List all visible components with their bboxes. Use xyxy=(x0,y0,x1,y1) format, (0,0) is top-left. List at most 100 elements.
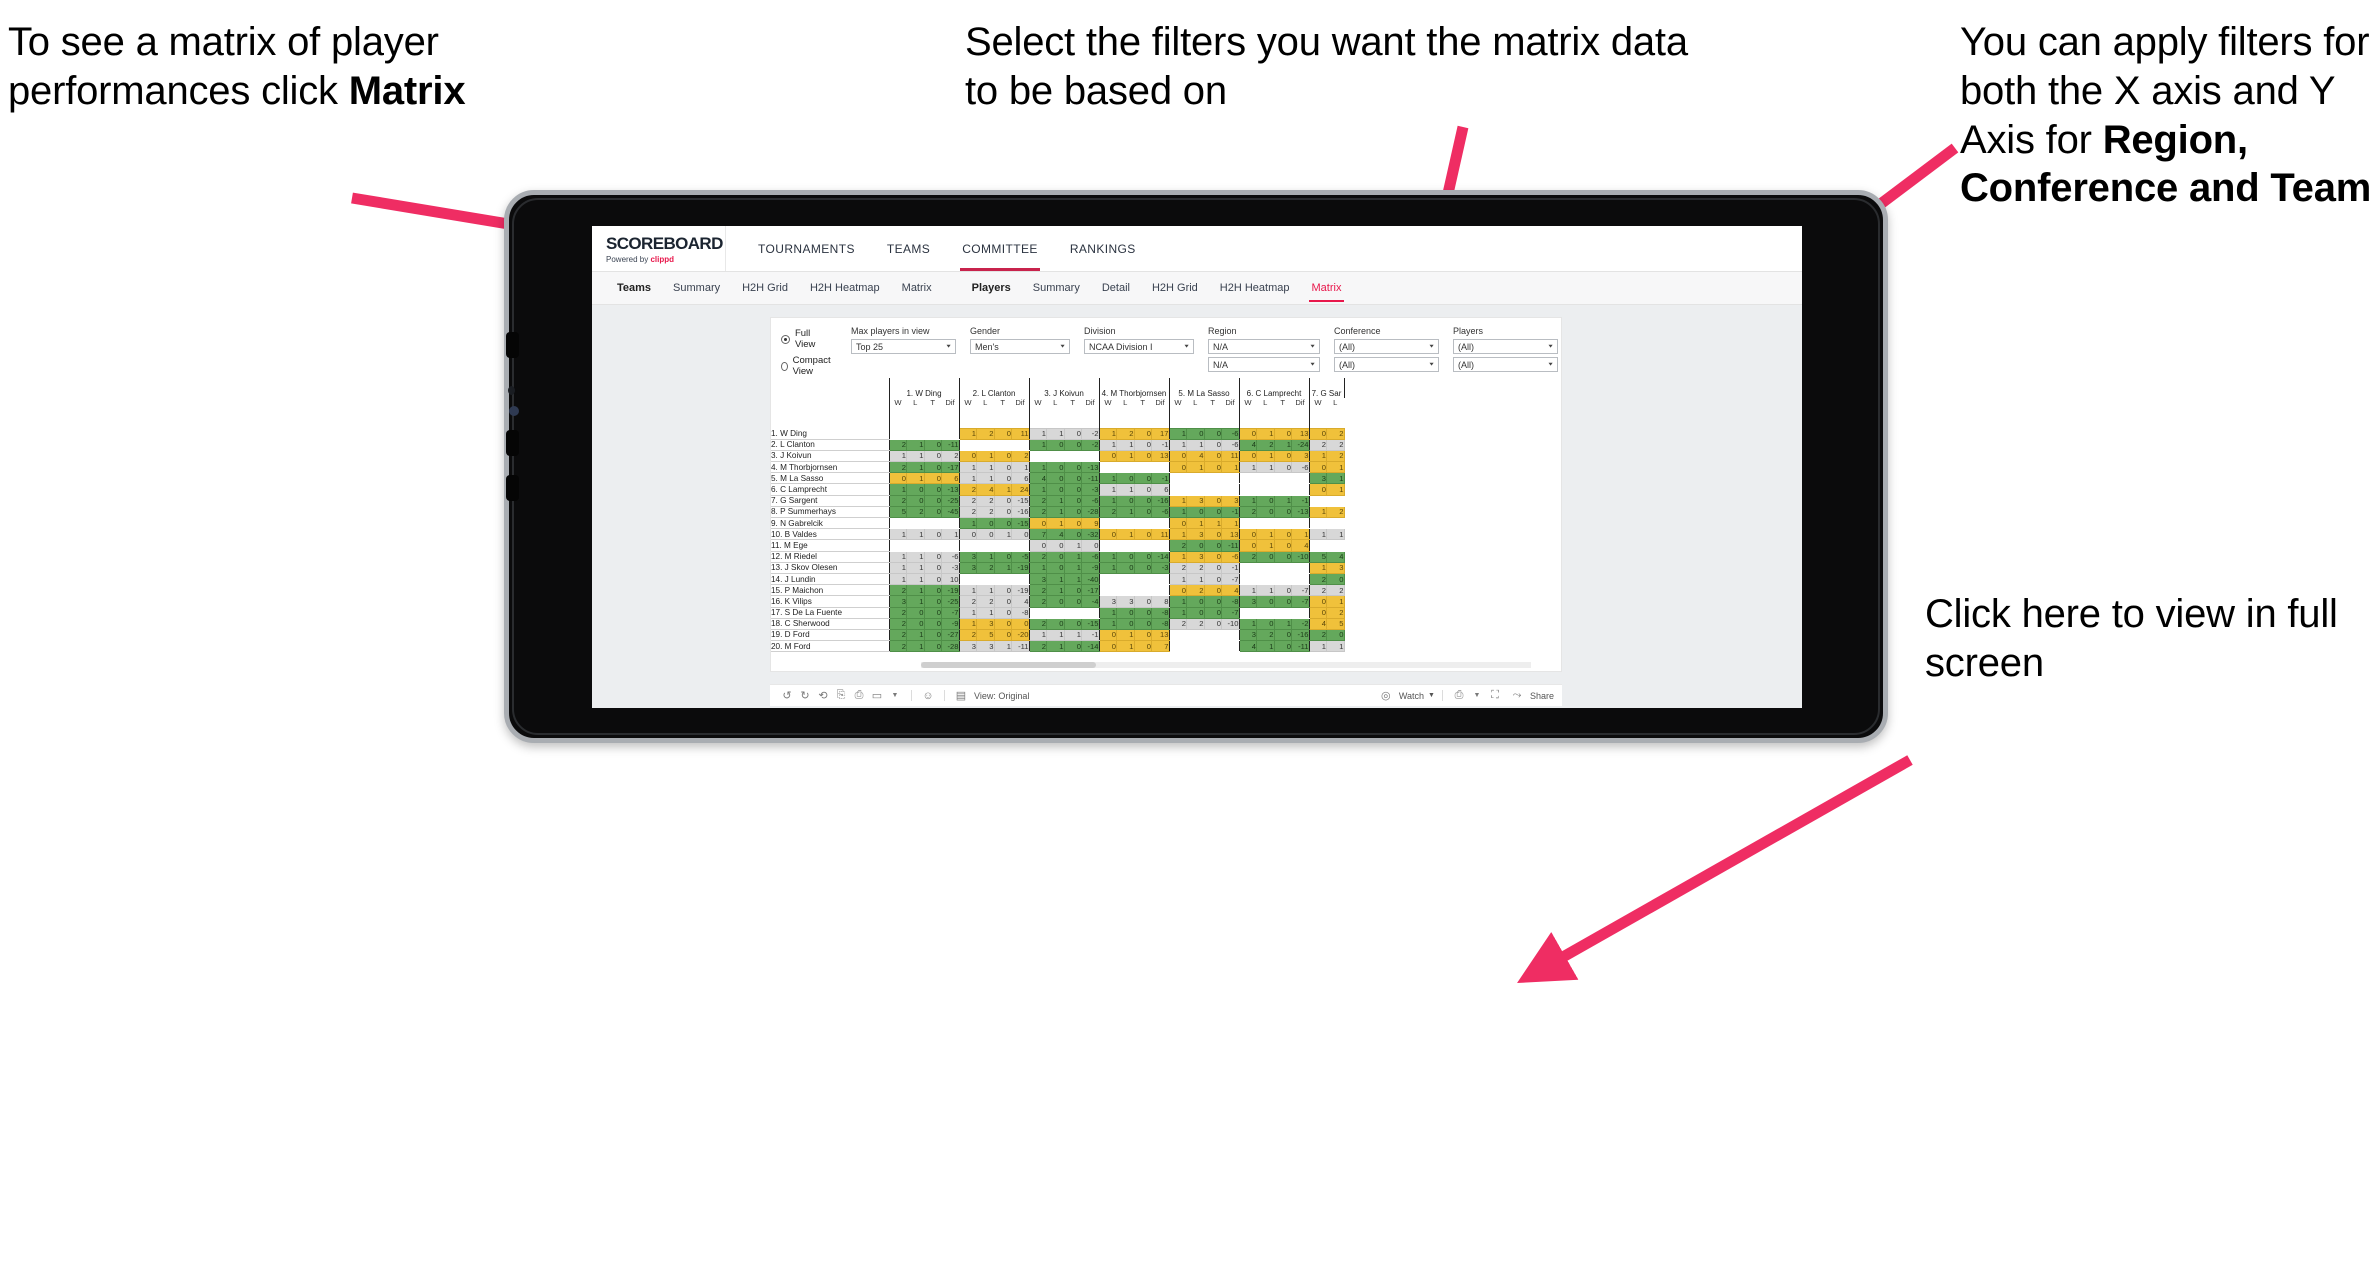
matrix-cell[interactable]: 0 xyxy=(1063,617,1082,630)
matrix-cell[interactable]: 5 xyxy=(1326,617,1345,630)
matrix-cell[interactable]: 2 xyxy=(1326,427,1345,440)
matrix-cell[interactable] xyxy=(1203,628,1222,642)
matrix-cell[interactable]: 1 xyxy=(1046,494,1065,507)
matrix-cell[interactable] xyxy=(1011,572,1030,586)
matrix-cell[interactable]: 0 xyxy=(1133,494,1152,507)
matrix-cell[interactable]: 1 xyxy=(1256,449,1275,463)
matrix-cell[interactable]: 0 xyxy=(1186,595,1205,608)
matrix-cell[interactable]: 0 xyxy=(1133,483,1152,496)
matrix-cell[interactable]: 2 xyxy=(1011,449,1030,463)
rect-select-icon[interactable]: ▭ xyxy=(868,689,886,702)
matrix-cell[interactable]: 2 xyxy=(1308,584,1327,597)
matrix-cell[interactable]: -2 xyxy=(1291,617,1310,630)
matrix-cell[interactable]: 1 xyxy=(958,472,977,485)
matrix-cell[interactable]: 0 xyxy=(993,472,1012,485)
matrix-cell[interactable]: 1 xyxy=(993,528,1012,541)
matrix-cell[interactable]: -8 xyxy=(1151,617,1170,630)
matrix-cell[interactable] xyxy=(1028,606,1047,619)
matrix-cell[interactable] xyxy=(1203,483,1222,496)
matrix-cell[interactable]: 0 xyxy=(923,449,942,463)
matrix-cell[interactable]: 2 xyxy=(1326,584,1345,597)
matrix-cell[interactable]: 24 xyxy=(1011,483,1030,496)
matrix-cell[interactable]: -4 xyxy=(1081,595,1100,608)
matrix-cell[interactable]: 3 xyxy=(1291,449,1310,463)
matrix-cell[interactable]: -24 xyxy=(1291,438,1310,451)
matrix-cell[interactable]: 1 xyxy=(958,516,977,530)
matrix-cell[interactable] xyxy=(958,438,977,451)
matrix-cell[interactable]: 0 xyxy=(1273,539,1292,552)
matrix-cell[interactable]: 0 xyxy=(1046,561,1065,574)
matrix-cell[interactable]: 0 xyxy=(958,528,977,541)
matrix-cell[interactable]: -16 xyxy=(1291,628,1310,642)
tab-teams[interactable]: Teams xyxy=(606,277,662,300)
matrix-cell[interactable]: 0 xyxy=(1256,505,1275,519)
matrix-cell[interactable]: 2 xyxy=(1326,449,1345,463)
matrix-cell[interactable]: 1 xyxy=(1028,628,1047,642)
matrix-cell[interactable] xyxy=(923,427,942,440)
matrix-cell[interactable]: 5 xyxy=(976,628,995,642)
help-icon[interactable]: ☺ xyxy=(919,690,937,702)
matrix-cell[interactable]: -7 xyxy=(1291,595,1310,608)
matrix-cell[interactable]: 13 xyxy=(1221,528,1240,541)
matrix-cell[interactable]: 6 xyxy=(941,472,960,485)
matrix-cell[interactable] xyxy=(1063,606,1082,619)
matrix-cell[interactable]: -15 xyxy=(1081,617,1100,630)
matrix-cell[interactable]: 1 xyxy=(1028,483,1047,496)
matrix-cell[interactable]: 4 xyxy=(1291,539,1310,552)
matrix-cell[interactable]: -13 xyxy=(1291,505,1310,519)
matrix-cell[interactable]: 0 xyxy=(1203,438,1222,451)
matrix-cell[interactable]: 0 xyxy=(1168,516,1187,530)
matrix-cell[interactable]: 0 xyxy=(923,438,942,451)
matrix-cell[interactable]: 0 xyxy=(1116,494,1135,507)
matrix-cell[interactable]: 2 xyxy=(976,427,995,440)
matrix-cell[interactable] xyxy=(958,572,977,586)
matrix-row[interactable]: 1. W Ding 1 2 0 11 1 1 0 -2 1 2 0 17 1 0 0 -6 0 1 0 13 0 2 xyxy=(771,427,1345,440)
matrix-cell[interactable] xyxy=(1291,472,1310,485)
matrix-cell[interactable] xyxy=(1221,640,1240,653)
matrix-cell[interactable]: 3 xyxy=(1186,494,1205,507)
matrix-cell[interactable]: 1 xyxy=(1098,606,1117,619)
matrix-cell[interactable]: 0 xyxy=(923,494,942,507)
matrix-cell[interactable]: 2 xyxy=(1238,550,1257,563)
chevron-down-icon[interactable]: ▼ xyxy=(886,692,904,699)
matrix-cell[interactable]: 0 xyxy=(1203,561,1222,574)
matrix-cell[interactable]: 1 xyxy=(1116,528,1135,541)
matrix-cell[interactable]: -1 xyxy=(1221,561,1240,574)
redo-icon[interactable]: ↻ xyxy=(796,689,814,702)
matrix-cell[interactable]: 0 xyxy=(1273,461,1292,474)
matrix-cell[interactable]: -10 xyxy=(1221,617,1240,630)
matrix-cell[interactable] xyxy=(1063,449,1082,463)
matrix-cell[interactable]: 0 xyxy=(1238,539,1257,552)
matrix-cell[interactable]: 9 xyxy=(1081,516,1100,530)
matrix-row[interactable]: 11. M Ege 0 0 1 0 2 0 0 -11 0 1 0 4 xyxy=(771,539,1345,552)
matrix-cell[interactable]: 0 xyxy=(923,505,942,519)
matrix-cell[interactable]: 1 xyxy=(1098,472,1117,485)
matrix-cell[interactable]: 2 xyxy=(888,606,907,619)
matrix-cell[interactable] xyxy=(1081,449,1100,463)
nav-item-rankings[interactable]: RANKINGS xyxy=(1054,226,1152,271)
matrix-cell[interactable] xyxy=(1291,572,1310,586)
matrix-cell[interactable]: -6 xyxy=(1221,427,1240,440)
matrix-cell[interactable]: 0 xyxy=(1116,606,1135,619)
matrix-cell[interactable]: 1 xyxy=(976,449,995,463)
matrix-cell[interactable]: 3 xyxy=(958,640,977,653)
matrix-cell[interactable] xyxy=(906,427,925,440)
matrix-cell[interactable]: 0 xyxy=(993,617,1012,630)
matrix-cell[interactable]: 0 xyxy=(923,640,942,653)
matrix-row[interactable]: 6. C Lamprecht 1 0 0 -13 2 4 1 24 1 0 0 -3 1 1 0 6 0 1 xyxy=(771,483,1345,496)
matrix-cell[interactable]: 7 xyxy=(1151,640,1170,653)
matrix-cell[interactable] xyxy=(1273,606,1292,619)
matrix-cell[interactable]: -3 xyxy=(941,561,960,574)
matrix-cell[interactable]: 3 xyxy=(1028,572,1047,586)
tab-players-h2h-heatmap[interactable]: H2H Heatmap xyxy=(1209,277,1301,300)
matrix-cell[interactable]: 2 xyxy=(1326,606,1345,619)
matrix-cell[interactable]: 0 xyxy=(993,606,1012,619)
matrix-cell[interactable]: 0 xyxy=(1203,494,1222,507)
matrix-cell[interactable]: 0 xyxy=(958,449,977,463)
matrix-cell[interactable]: 0 xyxy=(993,516,1012,530)
matrix-cell[interactable] xyxy=(1238,572,1257,586)
matrix-cell[interactable]: 1 xyxy=(1186,461,1205,474)
matrix-cell[interactable] xyxy=(1256,606,1275,619)
matrix-cell[interactable] xyxy=(1133,572,1152,586)
matrix-cell[interactable]: 0 xyxy=(1168,449,1187,463)
